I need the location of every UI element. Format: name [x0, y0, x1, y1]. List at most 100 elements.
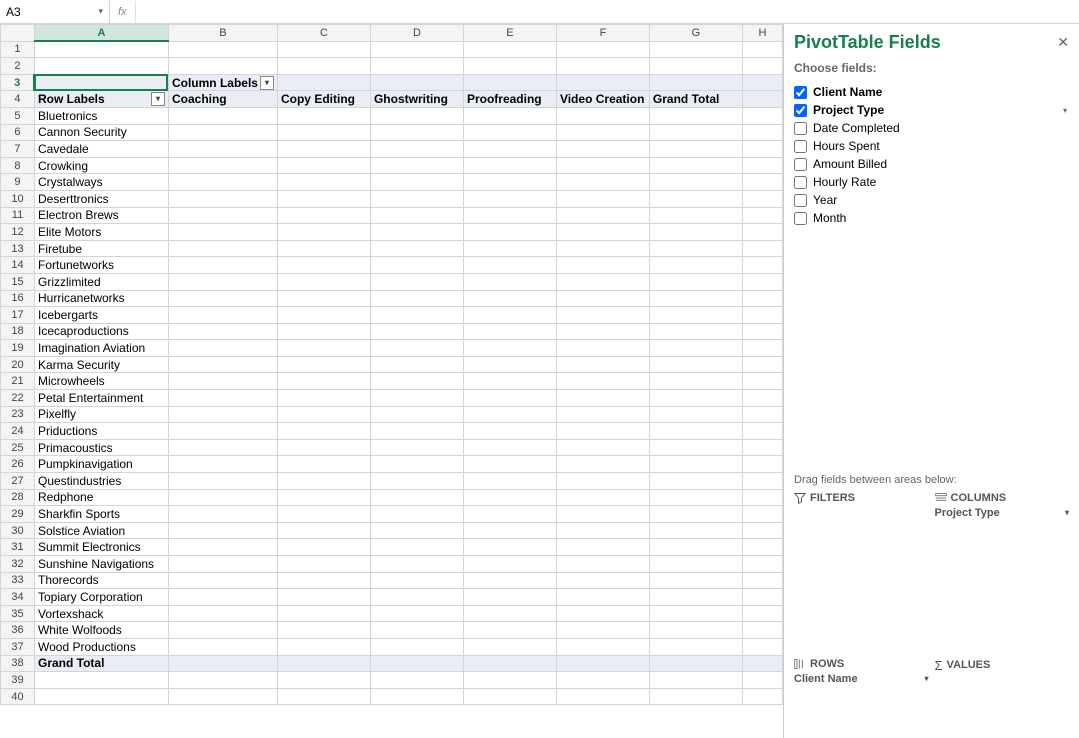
cell[interactable] — [168, 456, 277, 473]
cell[interactable]: Cavedale — [34, 141, 168, 158]
cell[interactable] — [463, 240, 556, 257]
cell[interactable] — [277, 439, 370, 456]
cell[interactable] — [556, 240, 649, 257]
cell[interactable] — [168, 290, 277, 307]
cell[interactable] — [556, 124, 649, 141]
rows-area[interactable]: ROWS Client Name ▾ — [794, 658, 929, 718]
cell[interactable] — [168, 141, 277, 158]
cell[interactable] — [556, 141, 649, 158]
cell[interactable] — [742, 423, 782, 440]
close-icon[interactable]: ✕ — [1057, 34, 1069, 51]
cell[interactable] — [556, 41, 649, 58]
filters-area[interactable]: FILTERS — [794, 492, 929, 652]
cell[interactable]: Pumpkinavigation — [34, 456, 168, 473]
cell[interactable]: Imagination Aviation — [34, 340, 168, 357]
row-header-21[interactable]: 21 — [1, 373, 35, 390]
cell[interactable]: Hurricanetworks — [34, 290, 168, 307]
cell[interactable] — [556, 207, 649, 224]
cell[interactable] — [742, 58, 782, 75]
cell[interactable] — [556, 572, 649, 589]
cell[interactable] — [277, 58, 370, 75]
cell[interactable] — [463, 439, 556, 456]
cell[interactable] — [463, 473, 556, 490]
cell[interactable] — [742, 406, 782, 423]
row-header-30[interactable]: 30 — [1, 522, 35, 539]
cell[interactable] — [168, 41, 277, 58]
formula-input[interactable] — [136, 1, 1079, 23]
cell[interactable] — [370, 124, 463, 141]
cell[interactable] — [742, 340, 782, 357]
cell[interactable] — [463, 174, 556, 191]
cell[interactable] — [742, 373, 782, 390]
cell[interactable] — [649, 556, 742, 573]
cell[interactable] — [277, 489, 370, 506]
field-checkbox[interactable] — [794, 194, 807, 207]
cell[interactable] — [168, 257, 277, 274]
cell[interactable] — [463, 323, 556, 340]
cell[interactable] — [556, 190, 649, 207]
row-header-15[interactable]: 15 — [1, 273, 35, 290]
cell[interactable] — [649, 489, 742, 506]
cell[interactable] — [649, 107, 742, 124]
row-header-9[interactable]: 9 — [1, 174, 35, 191]
cell[interactable] — [370, 307, 463, 324]
cell[interactable] — [463, 522, 556, 539]
cell[interactable] — [370, 489, 463, 506]
cell[interactable] — [556, 290, 649, 307]
cell[interactable] — [370, 605, 463, 622]
cell[interactable] — [277, 107, 370, 124]
cell[interactable] — [556, 439, 649, 456]
cell[interactable] — [277, 240, 370, 257]
cell[interactable] — [277, 622, 370, 639]
row-header-25[interactable]: 25 — [1, 439, 35, 456]
cell[interactable] — [370, 506, 463, 523]
cell[interactable] — [742, 672, 782, 689]
cell[interactable] — [649, 356, 742, 373]
cell[interactable] — [649, 688, 742, 705]
cell[interactable] — [649, 539, 742, 556]
cell[interactable] — [370, 406, 463, 423]
cell[interactable] — [649, 439, 742, 456]
cell[interactable] — [463, 572, 556, 589]
cell[interactable] — [463, 373, 556, 390]
cell[interactable] — [742, 91, 782, 108]
cell[interactable]: Sunshine Navigations — [34, 556, 168, 573]
row-header-27[interactable]: 27 — [1, 473, 35, 490]
row-header-19[interactable]: 19 — [1, 340, 35, 357]
cell[interactable] — [649, 605, 742, 622]
chevron-down-icon[interactable]: ▾ — [1061, 106, 1069, 115]
cell[interactable] — [370, 556, 463, 573]
cell[interactable]: Topiary Corporation — [34, 589, 168, 606]
cell[interactable] — [277, 323, 370, 340]
cell[interactable] — [277, 473, 370, 490]
cell[interactable] — [556, 473, 649, 490]
field-checkbox[interactable] — [794, 158, 807, 171]
cell[interactable] — [742, 41, 782, 58]
cell[interactable] — [370, 638, 463, 655]
cell[interactable] — [649, 390, 742, 407]
cell[interactable] — [649, 307, 742, 324]
area-field-project type[interactable]: Project Type ▾ — [935, 506, 1070, 520]
cell[interactable] — [168, 390, 277, 407]
cell[interactable] — [277, 506, 370, 523]
cell[interactable] — [742, 390, 782, 407]
cell[interactable] — [649, 190, 742, 207]
cell[interactable] — [277, 157, 370, 174]
cell[interactable] — [649, 273, 742, 290]
cell[interactable] — [556, 589, 649, 606]
cell[interactable] — [463, 539, 556, 556]
cell[interactable]: Karma Security — [34, 356, 168, 373]
cell[interactable] — [370, 224, 463, 241]
cell[interactable] — [168, 107, 277, 124]
cell[interactable] — [370, 456, 463, 473]
cell[interactable] — [742, 572, 782, 589]
field-item-amount billed[interactable]: Amount Billed — [794, 155, 1069, 173]
cell[interactable] — [370, 423, 463, 440]
column-header-G[interactable]: G — [649, 25, 742, 42]
cell[interactable] — [277, 390, 370, 407]
cell[interactable]: Icebergarts — [34, 307, 168, 324]
values-area[interactable]: Σ VALUES — [935, 658, 1070, 718]
field-checkbox[interactable] — [794, 86, 807, 99]
cell[interactable] — [556, 622, 649, 639]
cell[interactable]: Redphone — [34, 489, 168, 506]
